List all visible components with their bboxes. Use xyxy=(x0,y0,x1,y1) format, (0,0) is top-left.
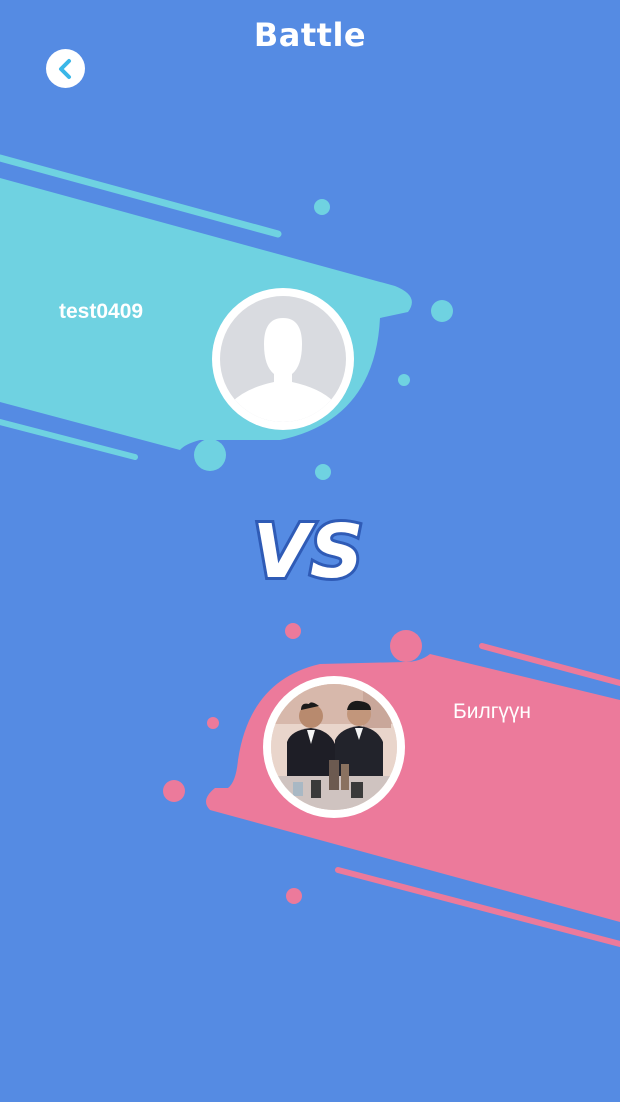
player2-name: Билгүүн xyxy=(453,700,532,723)
pink-splash-shape xyxy=(206,654,620,922)
player1-name: test0409 xyxy=(59,300,144,323)
default-avatar-silhouette-icon xyxy=(220,296,346,422)
page-title: Battle xyxy=(253,16,367,54)
player1-avatar[interactable] xyxy=(212,288,354,430)
user-photo xyxy=(271,684,397,810)
pink-dot xyxy=(207,717,219,729)
chevron-left-icon xyxy=(58,58,71,79)
versus-logo: VS xyxy=(250,513,367,589)
battle-screen: Battle test0409 VS Билгүүн xyxy=(0,0,620,1102)
cyan-dot xyxy=(398,374,410,386)
cyan-dot xyxy=(431,300,453,322)
pink-dot xyxy=(285,623,301,639)
back-button[interactable] xyxy=(46,49,85,88)
pink-dot xyxy=(390,630,422,662)
player2-avatar[interactable] xyxy=(263,676,405,818)
versus-text: VS xyxy=(253,513,364,589)
pink-dot xyxy=(163,780,185,802)
cyan-dot xyxy=(315,464,331,480)
pink-dot xyxy=(286,888,302,904)
cyan-dot xyxy=(314,199,330,215)
cyan-dot xyxy=(194,439,226,471)
